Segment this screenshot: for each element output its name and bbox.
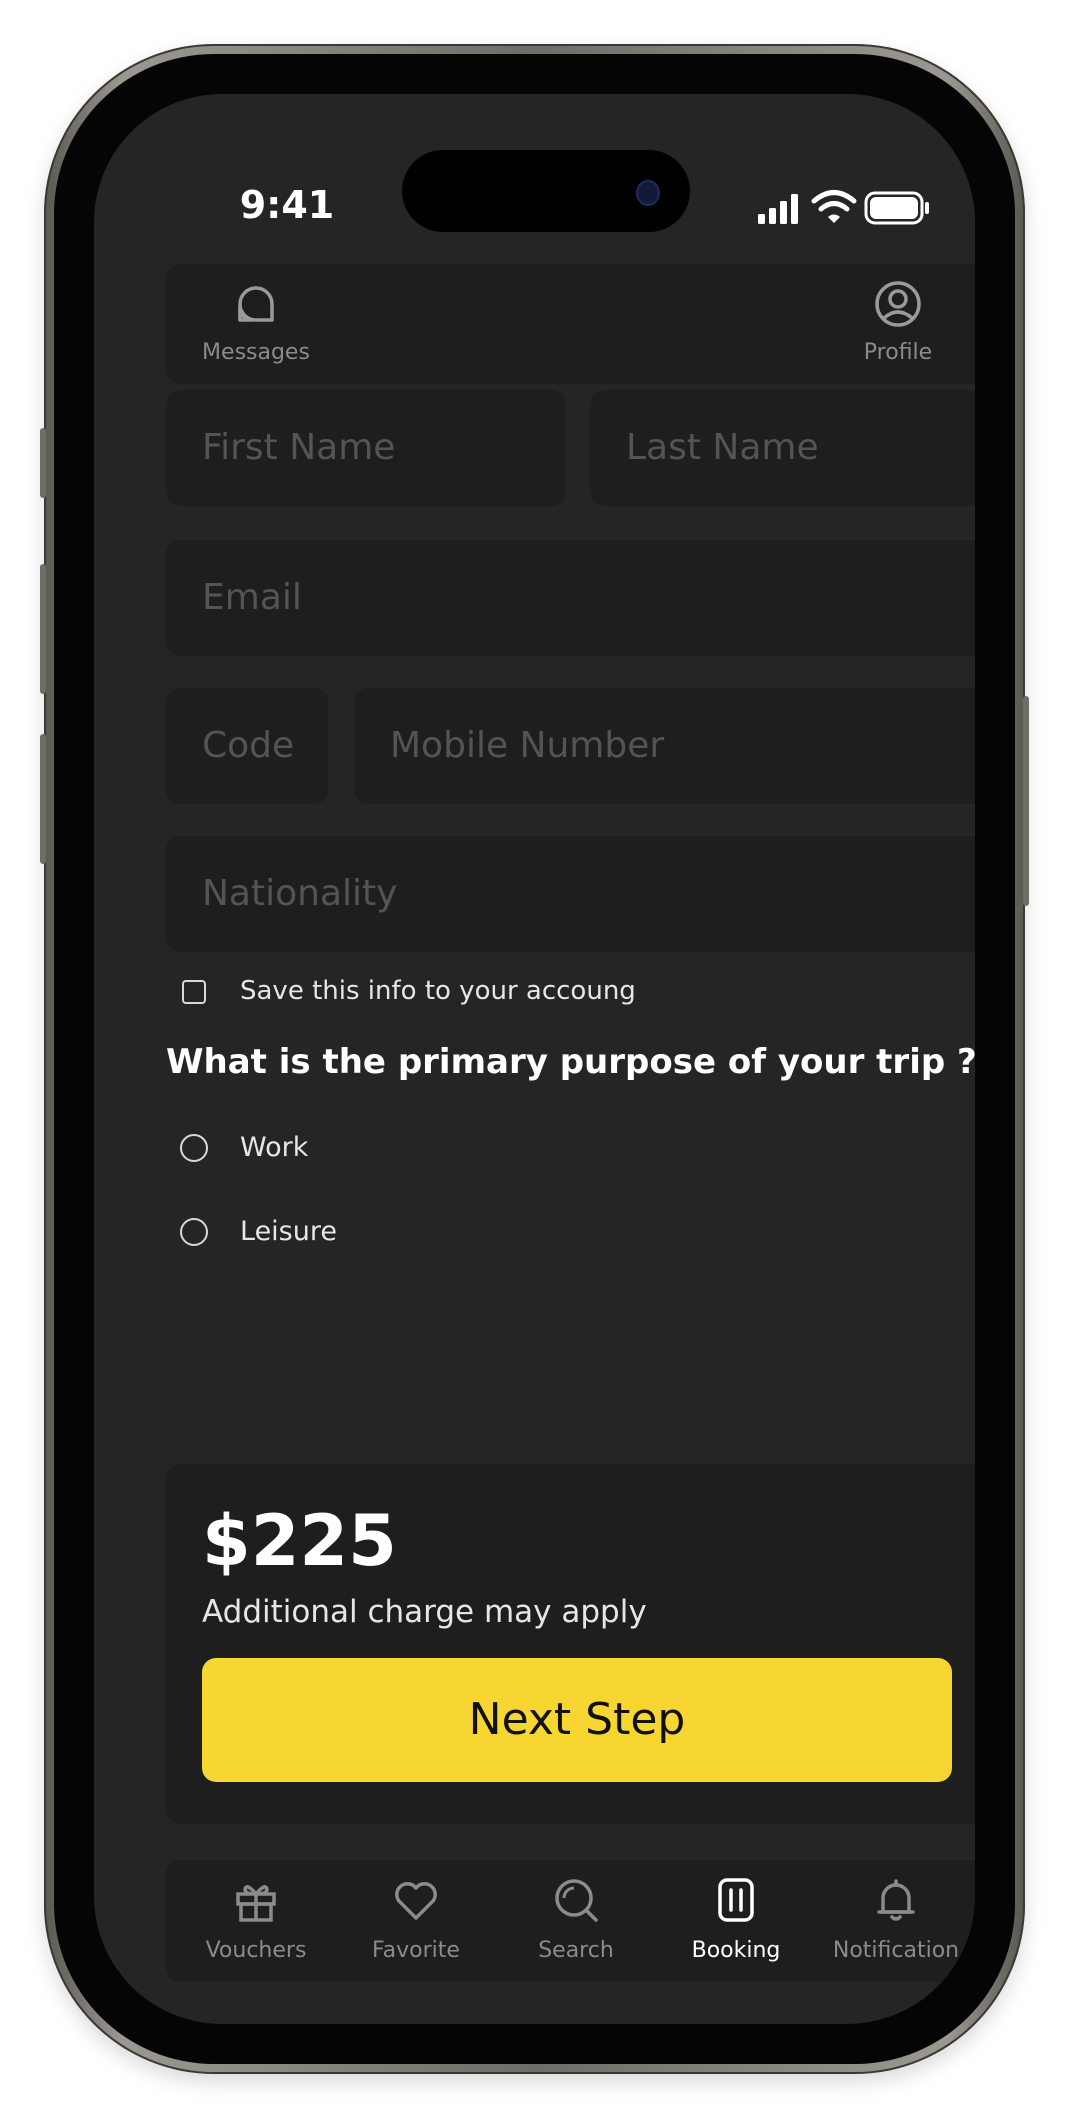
- volume-down-button: [40, 734, 46, 864]
- vouchers-label: Vouchers: [205, 1938, 307, 1963]
- work-label: Work: [240, 1132, 309, 1163]
- user-circle-icon: [874, 280, 922, 328]
- bottom-nav-bar: Vouchers Favorite Search Booking Notific…: [166, 1860, 975, 1982]
- radio-option-work[interactable]: Work: [180, 1122, 480, 1174]
- phone-frame: 9:41 Messages Profile First Name Last Na…: [40, 44, 1029, 2074]
- nav-item-vouchers[interactable]: Vouchers: [176, 1860, 336, 1982]
- search-icon: [552, 1876, 600, 1928]
- first-name-field[interactable]: First Name: [166, 390, 566, 506]
- email-field[interactable]: Email: [166, 540, 975, 656]
- volume-up-button: [40, 564, 46, 694]
- status-icons: [754, 188, 944, 228]
- profile-label: Profile: [863, 340, 933, 365]
- bell-icon: [872, 1876, 920, 1928]
- leisure-label: Leisure: [240, 1216, 337, 1247]
- save-info-checkbox[interactable]: [182, 980, 206, 1004]
- notification-label: Notification: [832, 1938, 960, 1963]
- summary-card: $225 Additional charge may apply Next St…: [166, 1464, 975, 1824]
- price: $225: [202, 1500, 397, 1582]
- status-time: 9:41: [239, 183, 335, 227]
- heart-icon: [392, 1876, 440, 1928]
- dynamic-island: [402, 150, 690, 232]
- camera-icon: [636, 180, 660, 206]
- screen: 9:41 Messages Profile First Name Last Na…: [94, 94, 975, 2024]
- signal-wifi-battery-icon: [758, 190, 929, 225]
- top-nav-bar: Messages Profile: [166, 264, 975, 384]
- price-note: Additional charge may apply: [202, 1594, 647, 1630]
- nav-item-search[interactable]: Search: [496, 1860, 656, 1982]
- search-label: Search: [538, 1938, 614, 1963]
- radio-option-leisure[interactable]: Leisure: [180, 1206, 480, 1258]
- gift-icon: [232, 1876, 280, 1928]
- profile-button[interactable]: Profile: [808, 264, 975, 384]
- work-radio[interactable]: [180, 1134, 208, 1162]
- bezel: 9:41 Messages Profile First Name Last Na…: [54, 54, 1015, 2064]
- side-button: [40, 428, 46, 498]
- save-info-label: Save this info to your accoung: [240, 976, 636, 1006]
- nav-item-booking[interactable]: Booking: [656, 1860, 816, 1982]
- leisure-radio[interactable]: [180, 1218, 208, 1246]
- nationality-field[interactable]: Nationality: [166, 836, 975, 952]
- chat-bubbles-icon: [232, 280, 280, 328]
- booking-label: Booking: [691, 1938, 781, 1963]
- trip-purpose-question: What is the primary purpose of your trip…: [166, 1042, 975, 1082]
- messages-button[interactable]: Messages: [166, 264, 346, 384]
- messages-label: Messages: [202, 340, 310, 365]
- last-name-field[interactable]: Last Name: [590, 390, 975, 506]
- luggage-icon: [712, 1876, 760, 1928]
- nav-item-favorite[interactable]: Favorite: [336, 1860, 496, 1982]
- favorite-label: Favorite: [372, 1938, 460, 1963]
- power-button: [1023, 696, 1029, 906]
- save-info-row[interactable]: Save this info to your accoung: [182, 968, 782, 1016]
- mobile-number-field[interactable]: Mobile Number: [354, 688, 975, 804]
- country-code-field[interactable]: Code: [166, 688, 328, 804]
- nav-item-notification[interactable]: Notification: [816, 1860, 975, 1982]
- next-step-button[interactable]: Next Step: [202, 1658, 952, 1782]
